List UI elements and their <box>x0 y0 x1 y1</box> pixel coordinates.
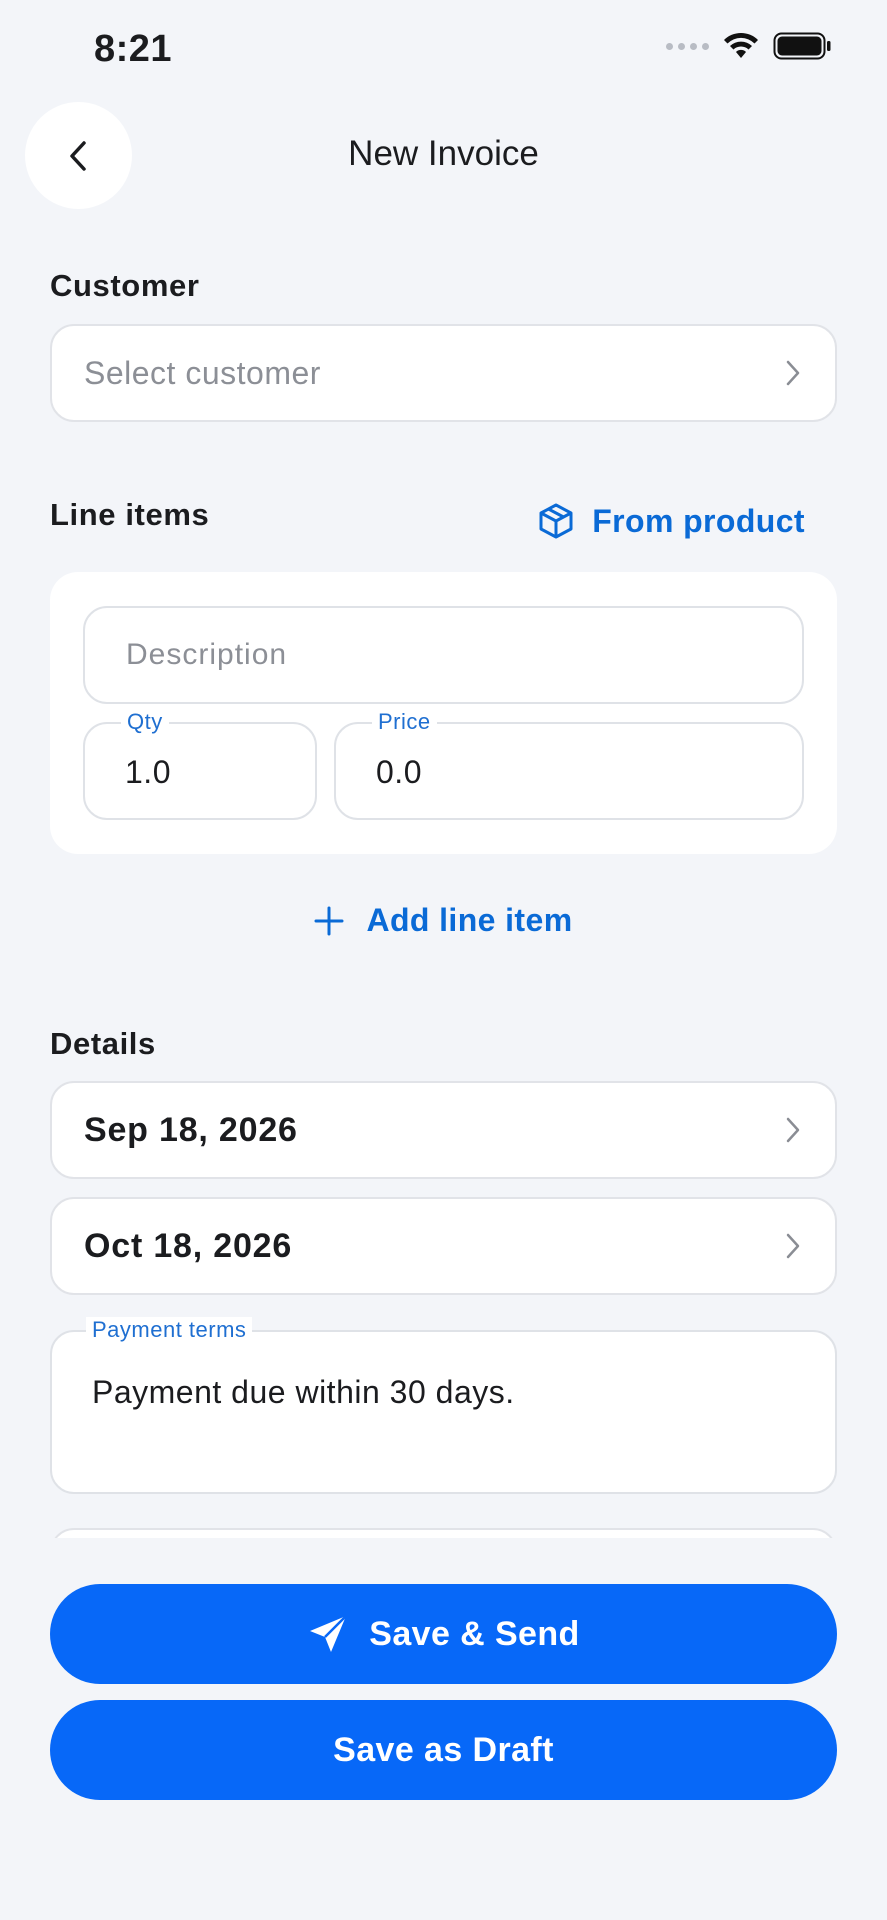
box-icon <box>539 503 573 539</box>
payment-terms-value: Payment due within 30 days. <box>92 1374 515 1410</box>
select-customer-field[interactable]: Select customer <box>50 324 837 422</box>
save-as-draft-button[interactable]: Save as Draft <box>50 1700 837 1800</box>
qty-label: Qty <box>121 709 169 735</box>
line-item-card: Description Qty 1.0 Price 0.0 <box>50 572 837 854</box>
save-and-send-label: Save & Send <box>369 1614 580 1653</box>
payment-terms-input[interactable]: Payment terms Payment due within 30 days… <box>50 1317 837 1494</box>
send-icon <box>310 1615 348 1652</box>
cellular-signal-icon <box>666 42 709 50</box>
chevron-right-icon <box>786 1117 800 1143</box>
qty-input[interactable]: Qty 1.0 <box>83 709 317 820</box>
qty-value: 1.0 <box>125 754 171 790</box>
price-value: 0.0 <box>376 754 422 790</box>
payment-terms-label: Payment terms <box>86 1317 253 1343</box>
from-product-button[interactable]: From product <box>538 502 805 540</box>
price-input[interactable]: Price 0.0 <box>334 709 804 820</box>
add-line-item-button[interactable]: Add line item <box>0 902 887 939</box>
line-items-section-label: Line items <box>50 497 210 532</box>
issue-date-value: Sep 18, 2026 <box>84 1110 298 1149</box>
page-title: New Invoice <box>348 134 539 173</box>
save-and-send-button[interactable]: Save & Send <box>50 1584 837 1684</box>
select-customer-placeholder: Select customer <box>84 354 321 391</box>
description-input[interactable]: Description <box>83 606 804 704</box>
wifi-icon <box>724 32 758 58</box>
next-field-edge <box>50 1528 837 1538</box>
status-icons <box>666 32 831 60</box>
issue-date-row[interactable]: Sep 18, 2026 <box>50 1081 837 1179</box>
chevron-right-icon <box>786 1233 800 1259</box>
chevron-right-icon <box>786 360 800 386</box>
description-placeholder: Description <box>126 638 288 671</box>
price-label: Price <box>372 709 437 735</box>
status-time: 8:21 <box>94 28 173 70</box>
plus-icon <box>314 906 344 935</box>
add-line-item-label: Add line item <box>366 902 573 938</box>
customer-section-label: Customer <box>50 268 200 303</box>
from-product-label: From product <box>592 502 805 539</box>
due-date-value: Oct 18, 2026 <box>84 1226 293 1265</box>
due-date-row[interactable]: Oct 18, 2026 <box>50 1197 837 1295</box>
save-as-draft-label: Save as Draft <box>333 1730 554 1769</box>
battery-icon <box>773 32 831 60</box>
details-section-label: Details <box>50 1026 156 1061</box>
